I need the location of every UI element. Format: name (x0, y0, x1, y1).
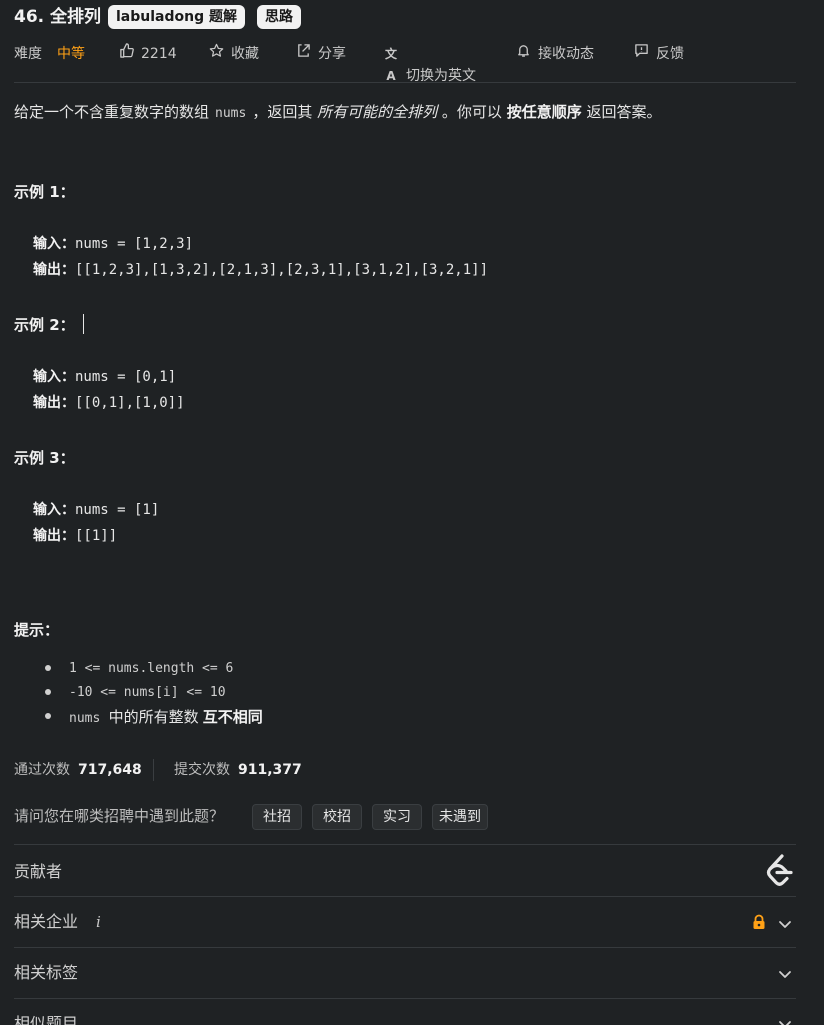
translate-button[interactable]: 文A 切换为英文 (382, 43, 476, 84)
list-bullet (45, 713, 51, 719)
divider (14, 998, 796, 999)
favorite-label: 收藏 (231, 46, 259, 62)
hints-title: 提示： (14, 621, 60, 639)
hint-item-1: 1 <= nums.length <= 6 (69, 661, 234, 676)
hint-item-3: nums 中的所有整数 互不相同 (69, 708, 263, 726)
survey-option-social[interactable]: 社招 (252, 804, 302, 830)
difficulty-label: 难度 (14, 46, 42, 62)
example-2-output: 输出：[[0,1],[1,0]] (33, 395, 185, 411)
share-icon (294, 43, 312, 65)
leetcode-logo-icon[interactable] (764, 853, 796, 889)
divider (14, 844, 796, 845)
share-button[interactable]: 分享 (294, 43, 346, 65)
example-1-output: 输出：[[1,2,3],[1,3,2],[2,1,3],[2,3,1],[3,1… (33, 262, 489, 278)
list-bullet (45, 689, 51, 695)
divider (14, 896, 796, 897)
chevron-down-icon[interactable] (778, 966, 792, 980)
like-button[interactable]: 2214 (117, 43, 177, 65)
notify-label: 接收动态 (538, 46, 594, 62)
divider (14, 82, 796, 83)
notify-button[interactable]: 接收动态 (514, 43, 594, 65)
example-1-title: 示例 1： (14, 183, 75, 201)
problem-description: 给定一个不含重复数字的数组 nums ，返回其 所有可能的全排列 。你可以 按任意顺… (14, 103, 662, 121)
problem-title: 46. 全排列 (14, 7, 102, 27)
list-bullet (45, 665, 51, 671)
example-2-input: 输入：nums = [0,1] (33, 369, 177, 385)
survey-question: 请问您在哪类招聘中遇到此题？ (14, 807, 225, 825)
hint-item-2: -10 <= nums[i] <= 10 (69, 685, 226, 700)
survey-option-campus[interactable]: 校招 (312, 804, 362, 830)
companies-section[interactable]: 相关企业 i (14, 910, 101, 934)
example-3-output: 输出：[[1]] (33, 528, 118, 544)
example-1-input: 输入：nums = [1,2,3] (33, 236, 194, 252)
accepted-stat: 通过次数 717,648 (14, 762, 142, 778)
feedback-label: 反馈 (656, 46, 684, 62)
feedback-icon (632, 43, 650, 65)
tags-section[interactable]: 相关标签 (14, 961, 78, 985)
difficulty-value: 中等 (57, 46, 85, 62)
bell-icon (514, 43, 532, 65)
text-cursor (82, 314, 84, 334)
tag-thinking[interactable]: 思路 (257, 5, 301, 29)
survey-option-intern[interactable]: 实习 (372, 804, 422, 830)
star-icon (207, 43, 225, 65)
example-3-input: 输入：nums = [1] (33, 502, 160, 518)
translate-icon: 文A (384, 47, 397, 83)
submitted-stat: 提交次数 911,377 (174, 762, 302, 778)
chevron-down-icon[interactable] (778, 1016, 792, 1025)
thumb-up-icon (117, 43, 135, 65)
share-label: 分享 (318, 46, 346, 62)
divider (153, 759, 154, 781)
chevron-down-icon[interactable] (778, 916, 792, 930)
info-icon[interactable]: i (96, 913, 101, 931)
example-3-title: 示例 3： (14, 449, 75, 467)
like-count: 2214 (141, 46, 177, 62)
favorite-button[interactable]: 收藏 (207, 43, 259, 65)
similar-section[interactable]: 相似题目 (14, 1012, 78, 1025)
example-2-title: 示例 2： (14, 314, 84, 336)
survey-option-none[interactable]: 未遇到 (432, 804, 488, 830)
feedback-button[interactable]: 反馈 (632, 43, 684, 65)
tag-labuladong[interactable]: labuladong 题解 (108, 5, 245, 29)
lock-icon (752, 914, 766, 934)
contributors-section[interactable]: 贡献者 (14, 860, 62, 884)
divider (14, 947, 796, 948)
